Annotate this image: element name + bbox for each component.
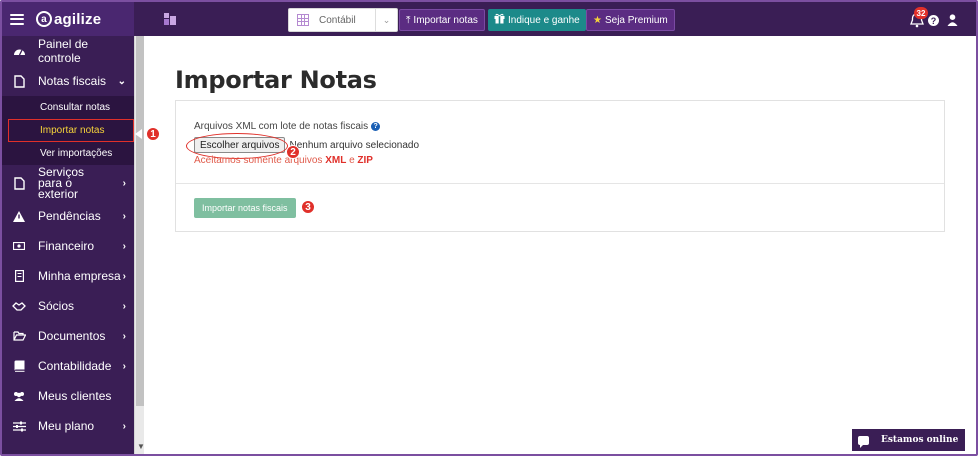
star-icon: ★ (593, 14, 602, 26)
file-input: Escolher arquivos Nenhum arquivo selecio… (185, 133, 420, 159)
question-icon[interactable]: ? (371, 122, 381, 131)
chevron-right-icon: › (122, 270, 126, 282)
gift-icon (494, 13, 505, 27)
warning-icon (12, 209, 26, 223)
page-title: Importar Notas (175, 66, 377, 94)
choose-files-button[interactable]: Escolher arquivos (185, 133, 289, 159)
sidebar-item-documentos[interactable]: Documentos › (2, 321, 134, 351)
building-icon (12, 269, 26, 283)
sidebar-item-pendencias[interactable]: Pendências › (2, 201, 134, 231)
sidebar-item-label: Meu plano (38, 419, 95, 433)
file-icon (12, 74, 26, 88)
profile-select[interactable]: Contábil ⌄ (288, 8, 398, 32)
sidebar-item-label: Financeiro (38, 239, 95, 253)
handshake-icon (12, 299, 26, 313)
sidebar-item-contabilidade[interactable]: Contabilidade › (2, 351, 134, 381)
xml-field-label: Arquivos XML com lote de notas fiscais ? (194, 121, 381, 132)
user-icon[interactable] (947, 14, 958, 26)
sidebar-subitem-importar[interactable]: Importar notas (8, 119, 134, 142)
xml-field-label-text: Arquivos XML com lote de notas fiscais (194, 121, 369, 132)
import-notes-label: Importar notas (413, 14, 478, 26)
sidebar-item-label: Minha empresa (38, 269, 121, 283)
sidebar-subitem-consultar[interactable]: Consultar notas (2, 96, 134, 119)
sidebar-item-painel[interactable]: Painel de controle (2, 36, 134, 66)
logo-mark-icon: a (36, 11, 52, 27)
sliders-icon (12, 419, 26, 433)
chat-icon (858, 435, 869, 448)
users-icon (12, 389, 26, 403)
chevron-right-icon: › (122, 420, 126, 432)
notification-count-badge: 32 (914, 7, 928, 19)
hint-and: e (349, 155, 355, 166)
sidebar-item-meu-plano[interactable]: Meu plano › (2, 411, 134, 441)
sidebar-item-label: Notas fiscais (38, 74, 107, 88)
hint-prefix: Aceitamos somente arquivos (194, 155, 323, 166)
premium-label: Seja Premium (604, 14, 668, 26)
topbar: Contábil ⌄ ⤒ Importar notas Indique e ga… (134, 2, 976, 36)
file-icon (12, 176, 26, 190)
profile-select-value: Contábil (319, 14, 356, 26)
logo-text: agilize (54, 10, 102, 28)
chevron-right-icon: › (122, 240, 126, 252)
sidebar-item-label: Sócios (38, 299, 75, 313)
sidebar-item-label: Contabilidade (38, 359, 112, 373)
scroll-down-arrow-icon[interactable]: ▼ (137, 442, 145, 451)
sidebar-item-label: Meus clientes (38, 389, 112, 403)
chevron-right-icon: › (122, 210, 126, 222)
refer-button[interactable]: Indique e ganhe (488, 9, 586, 31)
sidebar-item-label: Pendências (38, 209, 101, 223)
upload-icon: ⤒ (406, 14, 411, 26)
refer-label: Indique e ganhe (508, 14, 580, 26)
dashboard-icon (12, 44, 26, 58)
step-1-marker: 1 (146, 127, 160, 141)
grid-icon (297, 14, 309, 26)
hint-zip: ZIP (357, 155, 373, 166)
sidebar-item-label: Serviços para o exterior (38, 164, 85, 201)
import-invoices-button[interactable]: Importar notas fiscais (194, 198, 296, 218)
import-form-body: Arquivos XML com lote de notas fiscais ?… (176, 101, 944, 184)
logo[interactable]: a agilize (36, 11, 101, 28)
active-item-pointer (135, 129, 142, 139)
main-content: Importar Notas Arquivos XML com lote de … (145, 36, 976, 454)
sidebar-item-notas-fiscais[interactable]: Notas fiscais ⌄ (2, 66, 134, 96)
chevron-right-icon: › (122, 330, 126, 342)
step-3-marker: 3 (301, 200, 315, 214)
sidebar-item-financeiro[interactable]: Financeiro › (2, 231, 134, 261)
chevron-right-icon: › (122, 360, 126, 372)
chevron-right-icon: › (122, 177, 126, 189)
sidebar-scrollbar[interactable]: ▼ (134, 36, 145, 454)
sidebar-item-label: Painel de controle (38, 37, 89, 65)
sidebar-item-minha-empresa[interactable]: Minha empresa › (2, 261, 134, 291)
scrollbar-thumb[interactable] (136, 36, 144, 406)
premium-button[interactable]: ★ Seja Premium (586, 9, 675, 31)
sidebar: a agilize Painel de controle Notas fisca… (2, 2, 134, 454)
import-notes-button[interactable]: ⤒ Importar notas (399, 9, 485, 31)
sidebar-item-socios[interactable]: Sócios › (2, 291, 134, 321)
menu-icon[interactable] (10, 13, 24, 25)
chevron-right-icon: › (122, 300, 126, 312)
step-2-marker: 2 (286, 145, 300, 159)
sidebar-item-servicos-exterior[interactable]: Serviços para o exterior › (2, 165, 134, 201)
hint-xml: XML (325, 155, 347, 166)
money-icon (12, 239, 26, 253)
chevron-down-icon: ⌄ (375, 9, 397, 31)
sidebar-subitem-ver-importacoes[interactable]: Ver importações (2, 142, 134, 165)
submenu-notas-fiscais: Consultar notas Importar notas Ver impor… (2, 96, 134, 165)
brand-bar: a agilize (2, 2, 134, 36)
folder-open-icon (12, 329, 26, 343)
book-icon (12, 359, 26, 373)
import-card: Arquivos XML com lote de notas fiscais ?… (175, 100, 945, 232)
sidebar-item-meus-clientes[interactable]: Meus clientes (2, 381, 134, 411)
chat-label: Estamos online (881, 435, 959, 445)
sidebar-item-label: Documentos (38, 329, 106, 343)
company-switch-icon[interactable] (164, 13, 176, 25)
no-file-selected-text: Nenhum arquivo selecionado (289, 139, 420, 151)
help-icon[interactable]: ? (928, 15, 939, 26)
accepted-formats-hint: Aceitamos somente arquivos XML e ZIP (194, 155, 373, 166)
chevron-down-icon: ⌄ (117, 75, 126, 87)
chat-widget[interactable]: Estamos online (852, 429, 965, 451)
